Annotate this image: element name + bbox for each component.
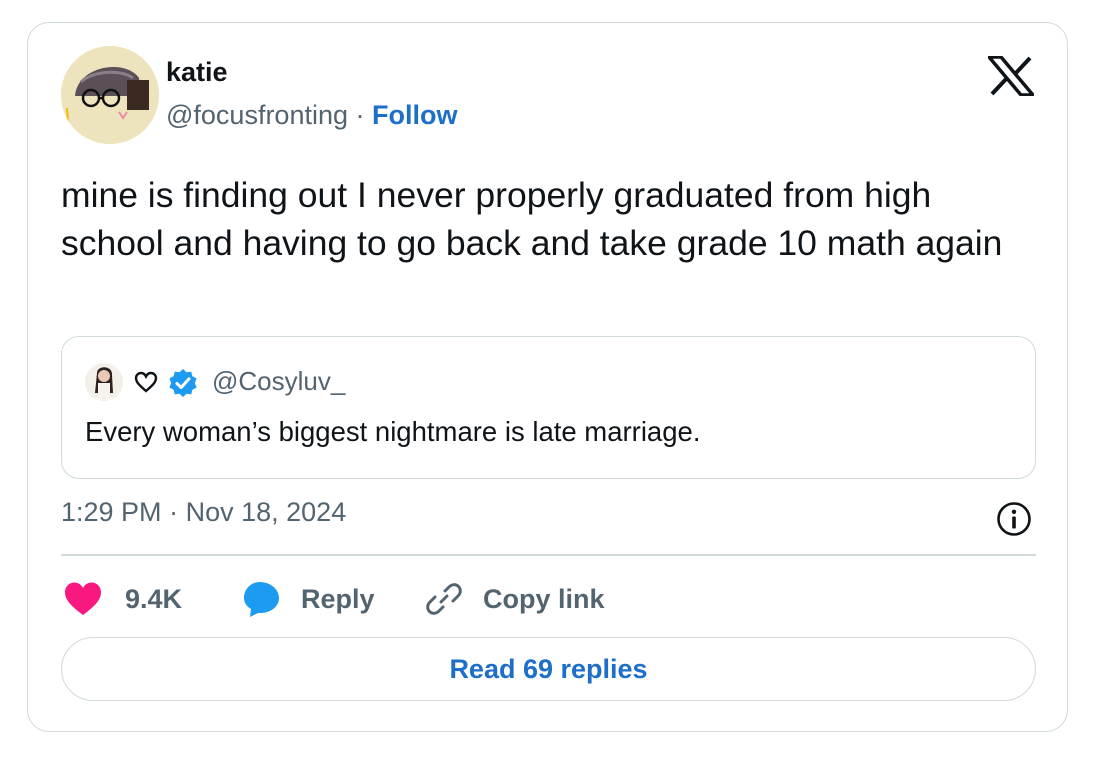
- timestamp-separator: ·: [169, 497, 179, 527]
- link-icon: [426, 583, 462, 615]
- quoted-avatar[interactable]: [85, 363, 123, 401]
- heart-outline-icon: [134, 371, 158, 393]
- author-handle-row: @focusfronting · Follow: [166, 100, 458, 131]
- read-replies-button[interactable]: Read 69 replies: [61, 637, 1036, 701]
- reply-label: Reply: [301, 583, 375, 614]
- reply-button[interactable]: Reply: [241, 579, 375, 619]
- like-count: 9.4K: [125, 583, 183, 614]
- verified-badge-icon: [169, 369, 197, 397]
- copy-link-label: Copy link: [483, 583, 605, 614]
- author-name[interactable]: katie: [166, 57, 228, 88]
- like-button[interactable]: 9.4K: [61, 579, 182, 619]
- tweet-card: katie @focusfronting · Follow mine is fi…: [27, 22, 1068, 732]
- divider: [61, 554, 1036, 556]
- quoted-tweet[interactable]: @Cosyluv_ Every woman’s biggest nightmar…: [61, 336, 1036, 479]
- tweet-date: Nov 18, 2024: [185, 497, 347, 527]
- read-replies-label: Read 69 replies: [449, 653, 648, 684]
- tweet-timestamp[interactable]: 1:29 PM · Nov 18, 2024: [61, 497, 346, 528]
- info-icon[interactable]: [995, 500, 1033, 538]
- tweet-text: mine is finding out I never properly gra…: [61, 175, 1003, 263]
- heart-icon: [65, 582, 101, 615]
- quoted-handle[interactable]: @Cosyluv_: [212, 366, 345, 397]
- quoted-text: Every woman’s biggest nightmare is late …: [85, 416, 701, 447]
- quoted-avatar-image: [85, 363, 123, 401]
- handle-separator: ·: [355, 100, 365, 130]
- speech-bubble-icon: [244, 582, 279, 617]
- avatar-image: [61, 46, 159, 144]
- tweet-time: 1:29 PM: [61, 497, 162, 527]
- author-handle[interactable]: @focusfronting: [166, 100, 348, 130]
- copy-link-button[interactable]: Copy link: [424, 579, 605, 619]
- x-logo-icon[interactable]: [988, 56, 1034, 96]
- author-avatar[interactable]: [61, 46, 159, 144]
- follow-button[interactable]: Follow: [372, 100, 457, 130]
